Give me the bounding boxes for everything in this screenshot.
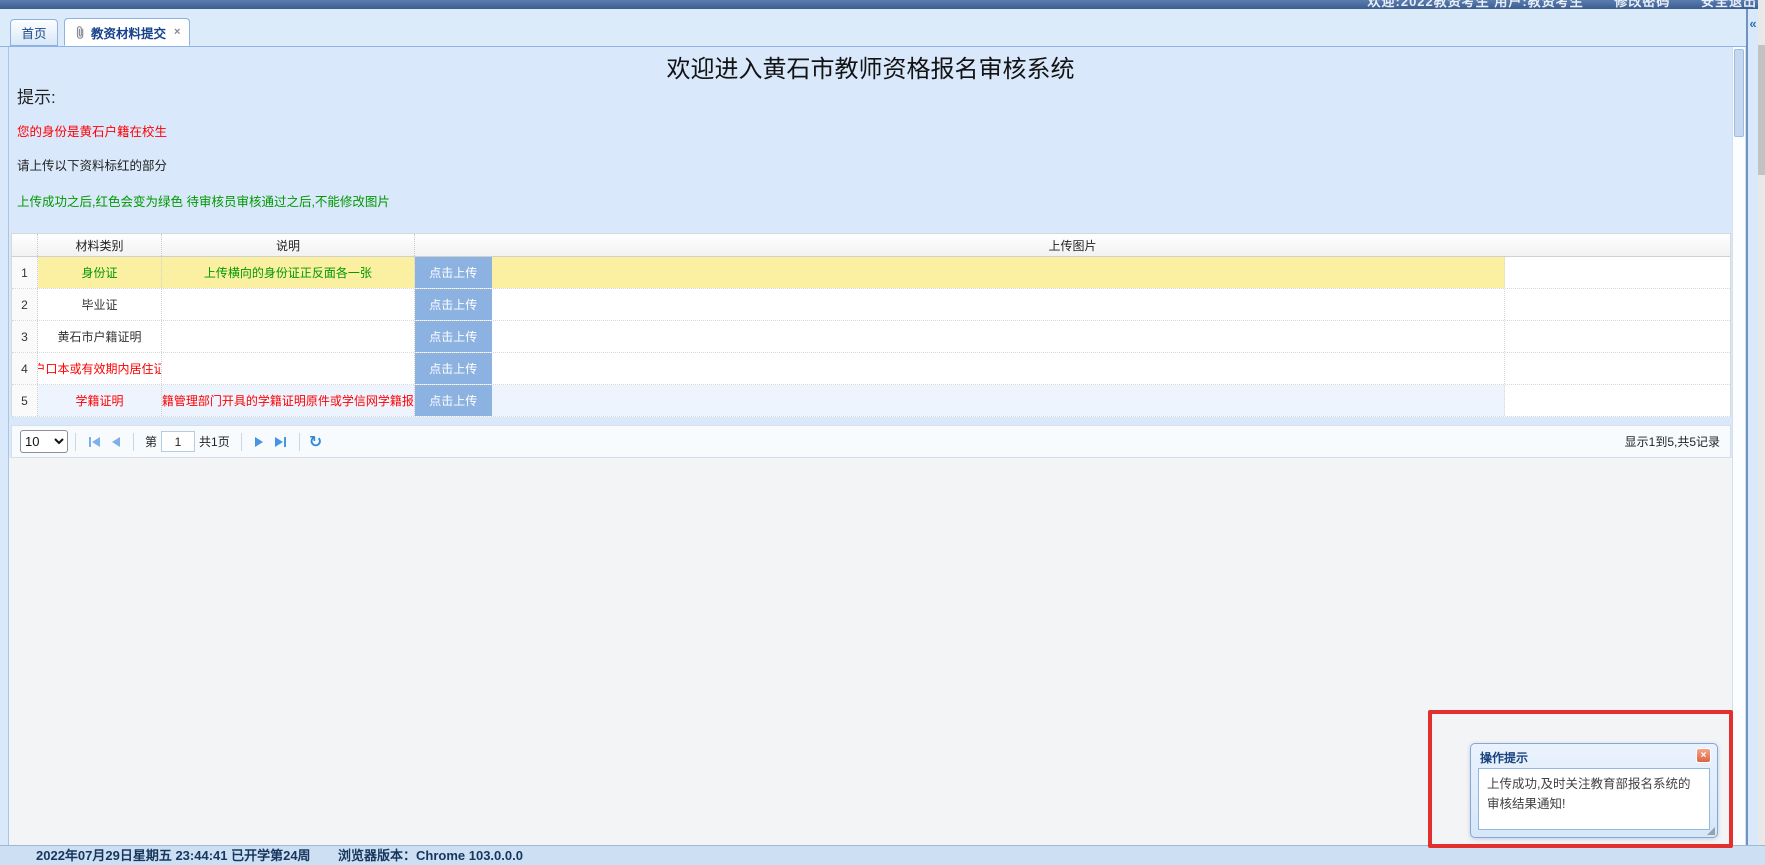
upload-button[interactable]: 点击上传: [415, 321, 492, 352]
main-content: 欢迎进入黄石市教师资格报名审核系统 提示: 您的身份是黄石户籍在校生 请上传以下…: [8, 47, 1732, 845]
status-datetime: 2022年07月29日星期五 23:44:41 已开学第24周: [36, 846, 311, 865]
row-description: [162, 353, 415, 384]
header-description: 说明: [162, 234, 415, 256]
separator: [241, 433, 242, 451]
app-window: 欢迎:2022教资考生 用户:教资考生 修改密码 安全退出 首页 教资材料提交 …: [0, 0, 1765, 865]
separator: [299, 433, 300, 451]
row-category: 毕业证: [38, 289, 162, 320]
row-category: 身份证: [38, 257, 162, 288]
tab-material-submit[interactable]: 教资材料提交 ×: [64, 18, 190, 46]
page-title: 欢迎进入黄石市教师资格报名审核系统: [9, 49, 1732, 84]
refresh-icon[interactable]: ↻: [309, 432, 322, 452]
tab-material-submit-label: 教资材料提交: [91, 23, 166, 42]
separator: [133, 433, 134, 451]
row-number: 2: [12, 289, 38, 320]
collapse-icon[interactable]: «: [1748, 16, 1758, 31]
total-pages-label: 共1页: [199, 433, 230, 450]
status-hint: 上传成功之后,红色会变为绿色 待审核员审核通过之后,不能修改图片: [17, 191, 390, 210]
operation-tip-popup: 操作提示 × 上传成功,及时关注教育部报名系统的审核结果通知!: [1470, 743, 1718, 838]
material-form-panel: 欢迎进入黄石市教师资格报名审核系统 提示: 您的身份是黄石户籍在校生 请上传以下…: [9, 47, 1732, 458]
page-number-input[interactable]: [161, 431, 195, 452]
header-rownum: [12, 234, 38, 256]
row-description: [162, 321, 415, 352]
upload-button[interactable]: 点击上传: [415, 289, 492, 320]
popup-close-icon[interactable]: ×: [1696, 748, 1711, 763]
table-row: 3 黄石市户籍证明 点击上传: [12, 321, 1730, 353]
tab-bar: 首页 教资材料提交 ×: [0, 9, 1746, 47]
header-upload: 上传图片: [415, 234, 1730, 256]
row-description: 上传横向的身份证正反面各一张: [162, 257, 415, 288]
row-category: 黄石市户籍证明: [38, 321, 162, 352]
row-description: 学籍管理部门开具的学籍证明原件或学信网学籍报告: [162, 385, 415, 416]
last-page-button[interactable]: [269, 433, 292, 451]
pagination-bar: 10 第 共1页: [11, 425, 1731, 458]
upload-button[interactable]: 点击上传: [415, 353, 492, 384]
upload-button[interactable]: 点击上传: [415, 385, 492, 416]
row-number: 5: [12, 385, 38, 416]
first-page-button[interactable]: [83, 433, 106, 451]
record-summary: 显示1到5,共5记录: [1625, 426, 1720, 457]
row-description: [162, 289, 415, 320]
row-number: 1: [12, 257, 38, 288]
paperclip-icon: [74, 25, 86, 40]
row-category: 学籍证明: [38, 385, 162, 416]
status-bar: 2022年07月29日星期五 23:44:41 已开学第24周 浏览器版本：Ch…: [0, 845, 1765, 865]
content-scrollbar[interactable]: [1732, 47, 1746, 845]
welcome-text: 欢迎:2022教资考生 用户:教资考生: [1368, 0, 1584, 9]
popup-title: 操作提示: [1480, 749, 1528, 766]
table-row: 1 身份证 上传横向的身份证正反面各一张 点击上传: [12, 257, 1730, 289]
table-header-row: 材料类别 说明 上传图片: [12, 234, 1730, 257]
content-scrollbar-thumb[interactable]: [1734, 49, 1744, 137]
window-scrollbar[interactable]: [1758, 0, 1765, 865]
tab-home-label: 首页: [21, 23, 46, 42]
change-password-link[interactable]: 修改密码: [1614, 0, 1670, 9]
next-page-button[interactable]: [249, 433, 269, 451]
row-number: 4: [12, 353, 38, 384]
east-collapse-panel: «: [1746, 9, 1758, 845]
popup-message: 上传成功,及时关注教育部报名系统的审核结果通知!: [1478, 768, 1710, 830]
separator: [75, 433, 76, 451]
page-prefix-label: 第: [145, 433, 157, 450]
prev-page-button[interactable]: [106, 433, 126, 451]
material-table: 材料类别 说明 上传图片 1 身份证 上传横向的身份证正反面各一张 点击上传: [11, 233, 1731, 416]
table-row: 2 毕业证 点击上传: [12, 289, 1730, 321]
header-category: 材料类别: [38, 234, 162, 256]
page-size-select[interactable]: 10: [20, 430, 68, 453]
top-user-bar: 欢迎:2022教资考生 用户:教资考生 修改密码 安全退出: [0, 0, 1765, 9]
row-number: 3: [12, 321, 38, 352]
row-category: 户口本或有效期内居住证: [38, 353, 162, 384]
table-row: 4 户口本或有效期内居住证 点击上传: [12, 353, 1730, 385]
hint-label: 提示:: [17, 83, 56, 108]
window-scrollbar-thumb[interactable]: [1758, 45, 1765, 175]
table-row: 5 学籍证明 学籍管理部门开具的学籍证明原件或学信网学籍报告 点击上传: [12, 385, 1730, 417]
identity-hint: 您的身份是黄石户籍在校生: [17, 121, 167, 140]
tab-close-icon[interactable]: ×: [174, 26, 180, 38]
upload-hint: 请上传以下资料标红的部分: [17, 155, 167, 174]
status-browser-version: 浏览器版本：Chrome 103.0.0.0: [338, 846, 523, 865]
logout-link[interactable]: 安全退出: [1701, 0, 1757, 9]
tab-home[interactable]: 首页: [10, 19, 58, 46]
upload-button[interactable]: 点击上传: [415, 257, 492, 288]
popup-resize-grip[interactable]: [1707, 827, 1715, 835]
